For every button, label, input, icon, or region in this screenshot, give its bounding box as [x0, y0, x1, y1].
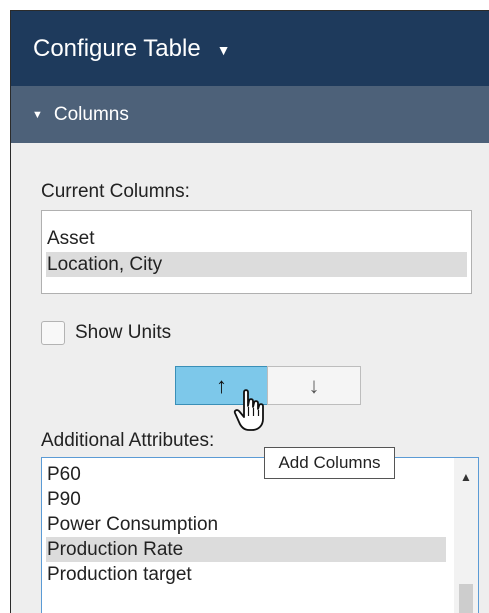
list-item-label: Production target — [47, 564, 192, 585]
list-item-label: Location, City — [47, 254, 163, 275]
list-item[interactable]: Location, City — [46, 252, 467, 277]
current-columns-label: Current Columns: — [41, 181, 190, 202]
hand-cursor-icon — [233, 389, 264, 431]
list-item[interactable]: Production target — [46, 562, 446, 587]
list-item[interactable]: Asset — [46, 226, 467, 251]
list-item[interactable]: Power Consumption — [46, 512, 446, 537]
list-item-label: Power Consumption — [47, 514, 219, 535]
collapse-triangle-icon[interactable]: ▼ — [32, 109, 43, 121]
arrow-down-icon: ↓ — [308, 372, 320, 398]
arrow-up-icon: ↑ — [216, 372, 227, 398]
list-item[interactable]: P90 — [46, 487, 446, 512]
show-units-checkbox[interactable] — [41, 321, 65, 345]
list-item-label: Production Rate — [47, 539, 184, 560]
add-columns-tooltip: Add Columns — [264, 447, 395, 479]
current-columns-list[interactable]: Asset Location, City — [41, 210, 472, 294]
additional-attributes-label: Additional Attributes: — [41, 430, 215, 451]
list-scrollbar[interactable]: ▲ — [454, 458, 478, 613]
panel-header[interactable]: Configure Table ▼ — [11, 11, 489, 86]
caret-down-icon[interactable]: ▼ — [217, 42, 231, 58]
panel-title: Configure Table — [33, 34, 201, 62]
scroll-up-icon[interactable]: ▲ — [454, 470, 478, 484]
list-item-label: P90 — [47, 489, 81, 510]
scroll-thumb[interactable] — [459, 584, 473, 613]
list-item-label: P60 — [47, 464, 81, 485]
configure-table-panel: Configure Table ▼ ▼ Columns Current Colu… — [10, 10, 489, 613]
section-label: Columns — [53, 103, 129, 125]
list-item[interactable]: Production Rate — [46, 537, 446, 562]
columns-section-header[interactable]: ▼ Columns — [11, 86, 489, 143]
remove-columns-button[interactable]: ↓ — [267, 366, 361, 405]
show-units-label[interactable]: Show Units — [75, 322, 171, 344]
additional-attributes-list[interactable]: P60 P90 Power Consumption Production Rat… — [41, 457, 479, 613]
list-item-label: Asset — [47, 228, 95, 249]
